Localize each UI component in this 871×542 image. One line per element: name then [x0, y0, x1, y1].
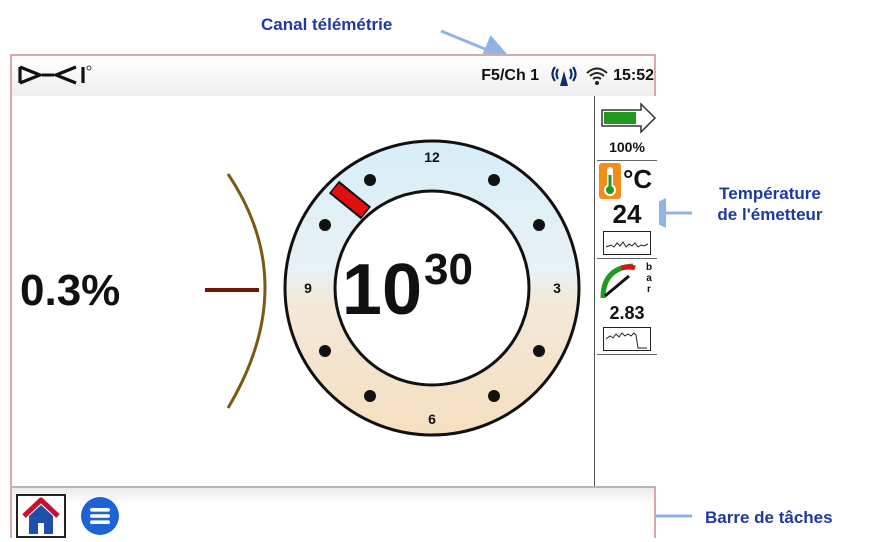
pressure-unit-b: b [645, 262, 653, 273]
channel-label[interactable]: F5/Ch 1 [481, 67, 539, 85]
clock-tick-9: 9 [304, 280, 312, 296]
pressure-graph-icon[interactable] [603, 327, 651, 351]
home-button[interactable] [16, 494, 66, 538]
roll-hour: 10 [342, 250, 422, 330]
pressure-panel[interactable]: b a r 2.83 [597, 258, 657, 355]
clock-tick-3: 3 [553, 280, 561, 296]
pressure-unit-r: r [647, 284, 651, 295]
clock-tick-6: 6 [428, 411, 436, 427]
temperature-value: 24 [612, 199, 642, 229]
device-screen: F5/Ch 1 15:52 0.3% 12 3 6 9 10 30 100% °… [10, 54, 659, 542]
battery-panel[interactable]: 100% [597, 96, 657, 161]
temperature-graph-icon[interactable] [603, 231, 651, 255]
battery-level: 100% [609, 139, 645, 155]
roll-minute: 30 [424, 245, 473, 294]
antenna-icon [547, 65, 581, 87]
temperature-panel[interactable]: °C 24 [597, 160, 657, 259]
pressure-gauge-icon [600, 263, 636, 299]
menu-button[interactable] [80, 496, 120, 536]
battery-icon [601, 102, 657, 134]
status-bar: F5/Ch 1 15:52 [12, 56, 654, 96]
status-right: F5/Ch 1 15:52 [481, 64, 654, 88]
status-sidebar: 100% °C 24 b a r 2.83 [594, 96, 659, 486]
clock-tick-12: 12 [424, 149, 440, 165]
taskbar [12, 486, 654, 542]
dci-logo [18, 64, 104, 91]
menu-icon [81, 497, 119, 535]
locate-view: 0.3% 12 3 6 9 10 30 [12, 96, 654, 486]
home-icon [22, 497, 60, 534]
temperature-unit: °C [623, 164, 653, 194]
pressure-unit-a: a [646, 273, 652, 284]
roll-gauge: 12 3 6 9 10 30 [205, 139, 581, 437]
pressure-value: 2.83 [609, 303, 645, 323]
thermometer-icon [599, 163, 621, 199]
pressure-unit: b a r [643, 262, 655, 295]
wifi-icon [585, 65, 609, 87]
clock-time: 15:52 [613, 67, 654, 84]
